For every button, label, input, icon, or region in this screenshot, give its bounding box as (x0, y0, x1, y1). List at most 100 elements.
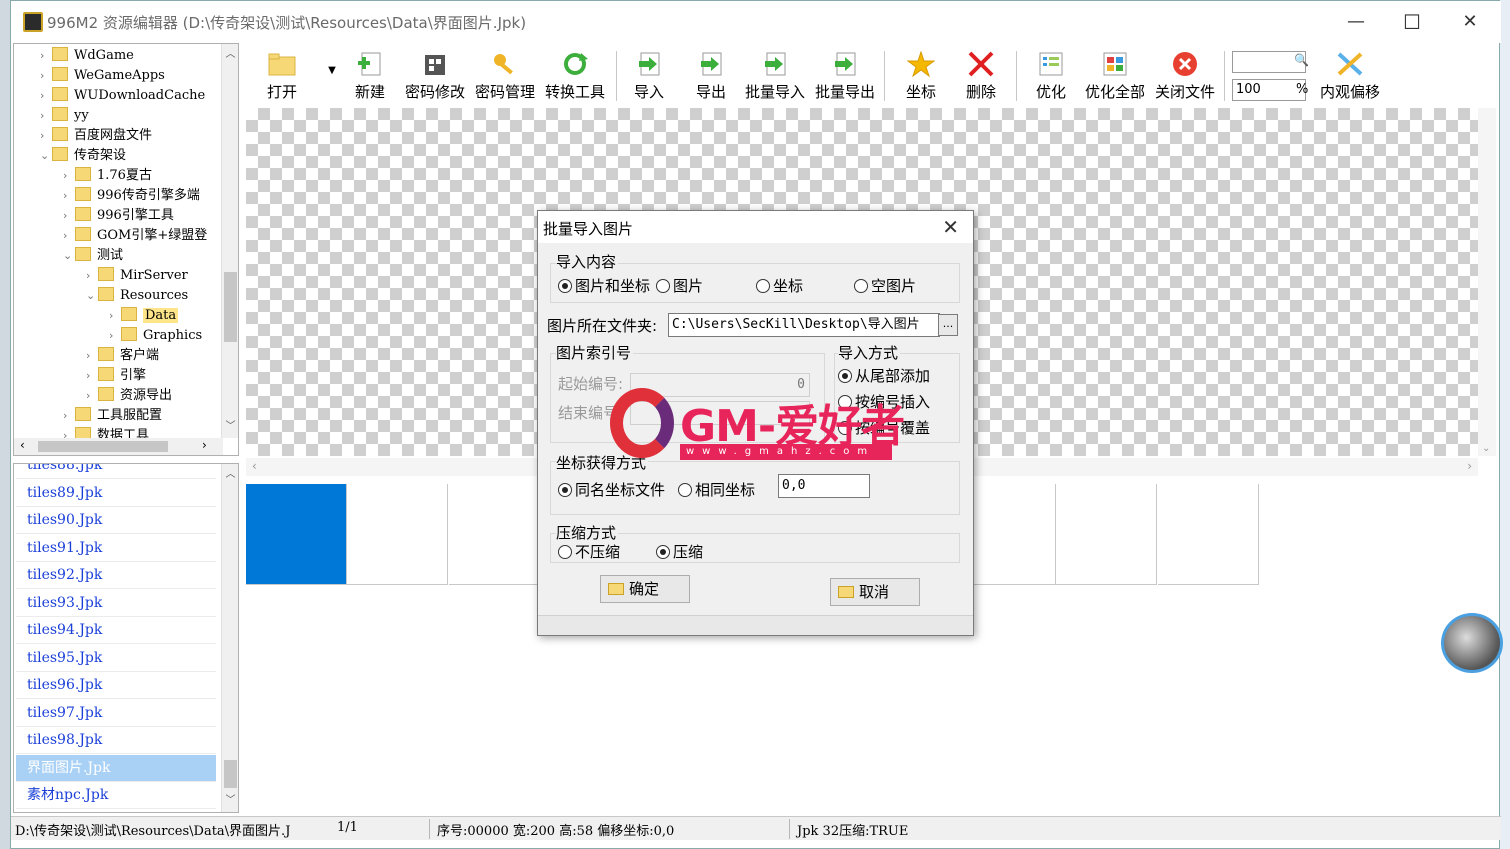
chevron-right-icon[interactable]: › (63, 186, 75, 206)
tree-item[interactable]: ⌄ Resources (86, 286, 188, 306)
tree-vertical-scrollbar[interactable]: ︿ ﹀ (221, 44, 238, 438)
tree-item[interactable]: › 百度网盘文件 (40, 126, 152, 146)
optimize-button[interactable]: 优化 (1034, 45, 1068, 103)
list-item[interactable]: tiles93.Jpk (16, 590, 216, 617)
ok-button[interactable]: 确定 (600, 575, 690, 603)
list-item[interactable]: tiles88.Jpk (16, 464, 216, 479)
chevron-up-icon[interactable]: ︿ (222, 46, 238, 63)
tree-item[interactable]: › MirServer (86, 266, 188, 286)
radio-append-tail[interactable]: 从尾部添加 (838, 365, 930, 386)
chevron-down-icon[interactable]: ⌄ (40, 146, 52, 166)
batch-export-button[interactable]: 批量导出 (814, 45, 876, 103)
browse-button[interactable]: ... (938, 314, 958, 336)
chevron-right-icon[interactable]: › (109, 306, 121, 326)
chevron-right-icon[interactable]: › (40, 126, 52, 146)
thumbnail-cell[interactable] (1157, 484, 1259, 585)
chevron-left-icon[interactable]: ‹ (252, 459, 257, 473)
list-item[interactable]: tiles96.Jpk (16, 672, 216, 699)
tree-item[interactable]: › 资源导出 (86, 386, 172, 406)
search-icon[interactable]: 🔍 (1294, 53, 1309, 67)
chevron-down-icon[interactable]: ⌄ (86, 286, 98, 306)
tree-item[interactable]: › GOM引擎+绿盟登 (63, 226, 207, 246)
coord-value-input[interactable]: 0,0 (778, 474, 870, 498)
tree-item[interactable]: › WdGame (40, 46, 134, 66)
list-item[interactable]: tiles98.Jpk (16, 727, 216, 754)
chevron-right-icon[interactable]: › (40, 106, 52, 126)
chevron-right-icon[interactable]: › (40, 86, 52, 106)
chevron-down-icon[interactable]: ⌄ (1482, 443, 1490, 454)
coords-button[interactable]: 坐标 (904, 45, 938, 103)
avatar[interactable] (1441, 613, 1503, 673)
chevron-right-icon[interactable]: › (86, 266, 98, 286)
tree-item[interactable]: › 1.76夏古 (63, 166, 152, 186)
tree-item[interactable]: › 996传奇引擎多端 (63, 186, 200, 206)
minimize-button[interactable]: — (1327, 1, 1385, 43)
scroll-thumb[interactable] (224, 272, 237, 342)
chevron-right-icon[interactable]: › (86, 346, 98, 366)
open-button[interactable]: 打开 (264, 45, 300, 103)
password-manage-button[interactable]: 密码管理 (474, 45, 536, 103)
scroll-thumb[interactable] (224, 760, 237, 788)
radio-no-compress[interactable]: 不压缩 (558, 541, 620, 562)
chevron-down-icon[interactable]: ﹀ (222, 418, 238, 435)
scroll-thumb[interactable] (38, 441, 168, 452)
file-list[interactable]: tiles88.Jpk tiles89.Jpk tiles90.Jpk tiles91… (13, 463, 239, 813)
chevron-left-icon[interactable]: ‹ (20, 438, 25, 452)
zoom-input[interactable]: 100 (1232, 79, 1306, 101)
thumbnail-cell[interactable] (246, 484, 347, 585)
tree-item[interactable]: ⌄ 传奇架设 (40, 146, 126, 166)
thumbnail-cell[interactable] (448, 484, 550, 585)
import-button[interactable]: 导入 (632, 45, 666, 103)
tree-horizontal-scrollbar[interactable]: ‹ › (14, 438, 223, 455)
list-item[interactable]: tiles89.Jpk (16, 480, 216, 507)
tree-item[interactable]: ⌄ 测试 (63, 246, 123, 266)
chevron-right-icon[interactable]: › (63, 406, 75, 426)
canvas-vertical-scrollbar[interactable]: ⌄ (1478, 108, 1496, 456)
chevron-right-icon[interactable]: › (63, 226, 75, 246)
chevron-right-icon[interactable]: › (1467, 459, 1472, 473)
tree-item[interactable]: › WUDownloadCache (40, 86, 205, 106)
chevron-right-icon[interactable]: › (40, 46, 52, 66)
chevron-right-icon[interactable]: › (86, 366, 98, 386)
password-change-button[interactable]: 密码修改 (404, 45, 466, 103)
tree-item[interactable]: › yy (40, 106, 89, 126)
radio-empty-image[interactable]: 空图片 (854, 275, 916, 296)
batch-import-button[interactable]: 批量导入 (744, 45, 806, 103)
maximize-button[interactable]: ☐ (1383, 1, 1441, 43)
chevron-right-icon[interactable]: › (63, 166, 75, 186)
radio-same-coords[interactable]: 相同坐标 (678, 479, 755, 500)
thumbnail-cell[interactable] (347, 484, 449, 585)
chevron-right-icon[interactable]: › (40, 66, 52, 86)
convert-tool-button[interactable]: 转换工具 (544, 45, 606, 103)
folder-path-input[interactable]: C:\Users\SecKill\Desktop\导入图片 (668, 313, 940, 337)
chevron-right-icon[interactable]: › (109, 326, 121, 346)
radio-same-name-coord-file[interactable]: 同名坐标文件 (558, 479, 665, 500)
close-file-button[interactable]: 关闭文件 (1154, 45, 1216, 103)
radio-coords[interactable]: 坐标 (756, 275, 803, 296)
inner-offset-button[interactable]: 内观偏移 (1319, 45, 1381, 103)
list-item[interactable]: tiles91.Jpk (16, 535, 216, 562)
file-list-vertical-scrollbar[interactable]: ︿ ﹀ (221, 464, 238, 812)
radio-image[interactable]: 图片 (656, 275, 703, 296)
chevron-right-icon[interactable]: › (202, 438, 207, 452)
cancel-button[interactable]: 取消 (830, 578, 920, 606)
dialog-close-icon[interactable]: ✕ (942, 215, 959, 239)
chevron-right-icon[interactable]: › (86, 386, 98, 406)
tree-item[interactable]: › 引擎 (86, 366, 146, 386)
tree-item[interactable]: › WeGameApps (40, 66, 165, 86)
delete-button[interactable]: 删除 (964, 45, 998, 103)
tree-item[interactable]: › 工具服配置 (63, 406, 162, 426)
radio-image-and-coords[interactable]: 图片和坐标 (558, 275, 650, 296)
tree-item[interactable]: › Graphics (109, 326, 202, 346)
list-item[interactable]: tiles95.Jpk (16, 645, 216, 672)
radio-compress[interactable]: 压缩 (656, 541, 703, 562)
list-item[interactable]: tiles90.Jpk (16, 507, 216, 534)
tree-item[interactable]: › 996引擎工具 (63, 206, 174, 226)
list-item[interactable]: tiles94.Jpk (16, 617, 216, 644)
close-button[interactable]: ✕ (1441, 1, 1499, 43)
tree-item[interactable]: › Data (109, 306, 179, 326)
folder-tree[interactable]: › WdGame › WeGameApps › WUDownloadCache › yy › 百度… (13, 43, 239, 456)
list-item[interactable]: tiles92.Jpk (16, 562, 216, 589)
chevron-down-icon[interactable]: ﹀ (222, 792, 238, 809)
thumbnail-cell[interactable] (1056, 484, 1158, 585)
